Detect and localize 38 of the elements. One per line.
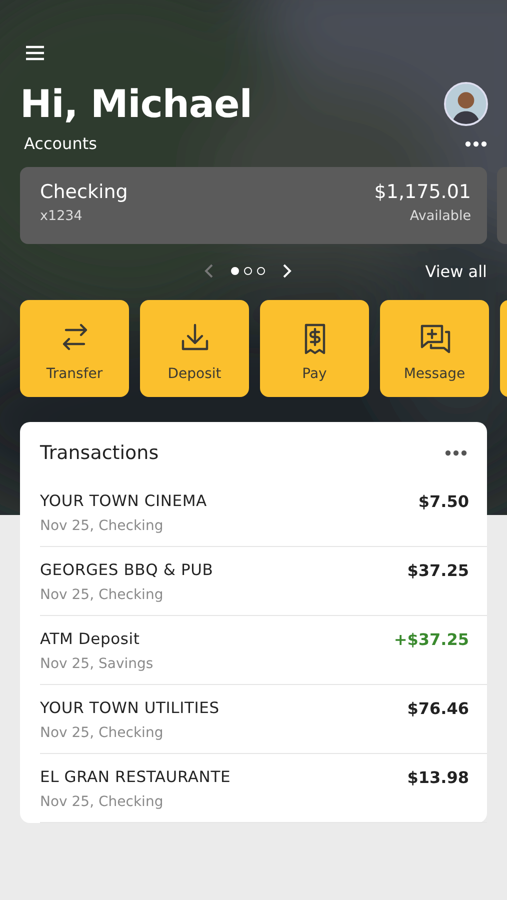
transaction-detail: Nov 25, Checking: [40, 794, 164, 810]
transaction-detail: Nov 25, Checking: [40, 518, 164, 534]
transaction-row[interactable]: GEORGES BBQ & PUB Nov 25, Checking $37.25: [40, 547, 487, 616]
transaction-row[interactable]: ATM Deposit Nov 25, Savings +$37.25: [40, 616, 487, 685]
transaction-detail: Nov 25, Savings: [40, 656, 154, 672]
action-button[interactable]: Transfer: [20, 300, 129, 397]
transaction-amount: $13.98: [407, 768, 469, 789]
transaction-amount: $76.46: [407, 699, 469, 720]
transaction-detail: Nov 25, Checking: [40, 587, 164, 603]
action-button[interactable]: Message: [380, 300, 489, 397]
transaction-amount: $37.25: [407, 561, 469, 582]
page-dot[interactable]: [257, 267, 265, 275]
merchant-name: ATM Deposit: [40, 630, 141, 648]
greeting: Hi, Michael: [20, 82, 252, 126]
merchant-name: YOUR TOWN UTILITIES: [40, 699, 220, 717]
merchant-name: EL GRAN RESTAURANTE: [40, 768, 231, 786]
transaction-row[interactable]: YOUR TOWN CINEMA Nov 25, Checking $7.50: [40, 478, 487, 547]
transaction-row[interactable]: EL GRAN RESTAURANTE Nov 25, Checking $13.98: [40, 754, 487, 823]
transaction-amount: $7.50: [418, 492, 469, 513]
merchant-name: YOUR TOWN CINEMA: [40, 492, 207, 510]
merchant-name: GEORGES BBQ & PUB: [40, 561, 214, 579]
account-balance: $1,175.01: [374, 181, 471, 203]
balance-label: Available: [408, 208, 471, 224]
action-button[interactable]: Deposit: [140, 300, 249, 397]
page-dot[interactable]: [244, 267, 252, 275]
card-title: Transactions: [40, 442, 159, 464]
next-icon[interactable]: [281, 262, 293, 280]
more-icon[interactable]: [445, 450, 467, 456]
transaction-row[interactable]: YOUR TOWN UTILITIES Nov 25, Checking $76.46: [40, 685, 487, 754]
transaction-amount: +$37.25: [394, 630, 469, 651]
action-button[interactable]: Pay: [260, 300, 369, 397]
account-name: Checking: [40, 181, 128, 203]
account-number: x1234: [40, 208, 84, 224]
more-icon[interactable]: [465, 140, 487, 146]
account-card[interactable]: Checking x1234 $1,175.01 Available: [20, 167, 487, 244]
section-title: Accounts: [24, 134, 97, 153]
transaction-detail: Nov 25, Checking: [40, 725, 164, 741]
view-all-link[interactable]: View all: [425, 262, 487, 280]
